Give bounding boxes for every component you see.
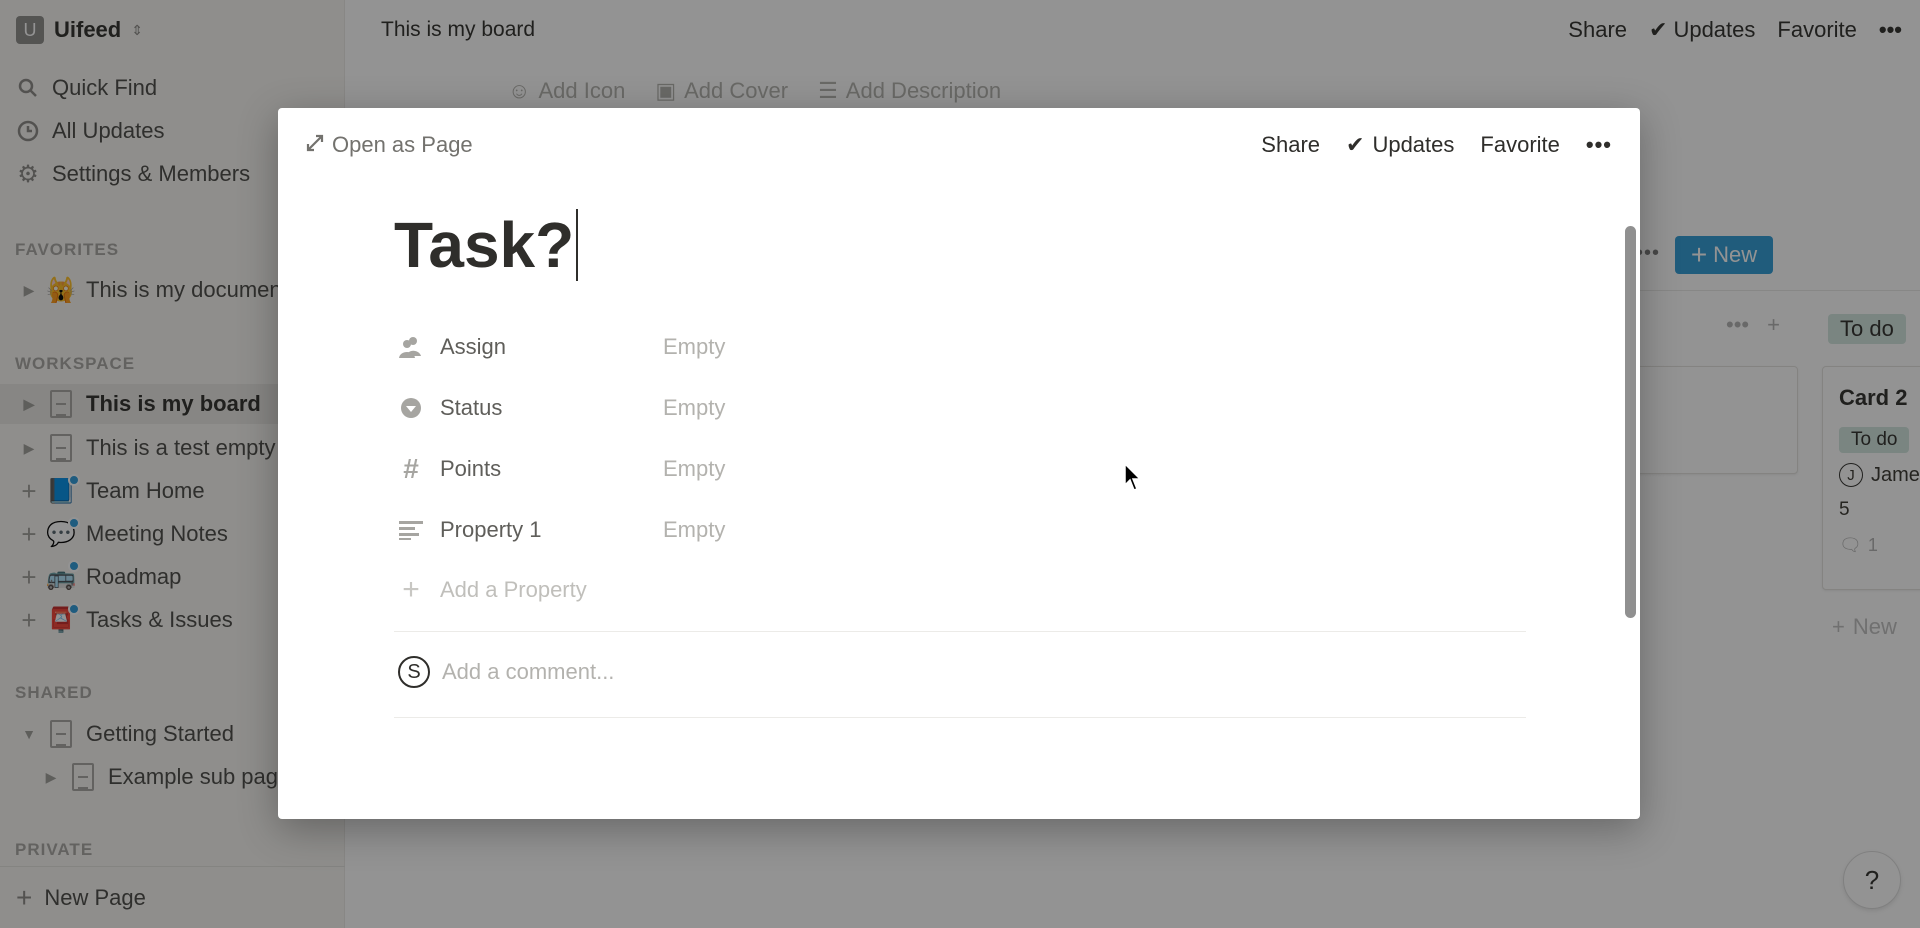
page-peek-modal: Open as Page Share ✔ Updates Favorite ••… [278,108,1640,819]
modal-share-button[interactable]: Share [1261,132,1320,158]
property-name: Points [440,456,502,481]
property-name: Property 1 [440,517,542,542]
number-icon: # [403,453,419,484]
property-value[interactable]: Empty [663,456,725,482]
page-title-input[interactable]: Task? [394,208,579,282]
avatar: S [398,656,430,688]
people-icon [398,334,424,360]
comment-input[interactable]: S Add a comment... [398,652,614,692]
mouse-cursor-icon [1124,462,1144,493]
property-points[interactable]: # Points Empty [398,449,725,489]
modal-updates-button[interactable]: ✔ Updates [1346,132,1454,158]
add-property-button[interactable]: + Add a Property [398,570,587,610]
property-value[interactable]: Empty [663,517,725,543]
checkmark-icon: ✔ [1346,132,1365,157]
modal-favorite-button[interactable]: Favorite [1480,132,1559,158]
modal-actions: Share ✔ Updates Favorite ••• [1261,132,1612,158]
modal-scrollbar[interactable] [1625,226,1636,618]
more-options-icon[interactable]: ••• [1586,132,1612,158]
property-value[interactable]: Empty [663,334,725,360]
comment-placeholder: Add a comment... [442,659,615,684]
property-1[interactable]: Property 1 Empty [398,510,725,550]
property-value[interactable]: Empty [663,395,725,421]
property-name: Assign [440,334,507,359]
plus-icon: + [402,573,420,606]
property-assign[interactable]: Assign Empty [398,327,725,367]
divider [394,717,1526,718]
text-icon [398,517,424,543]
expand-arrows-icon [306,132,324,158]
property-status[interactable]: Status Empty [398,388,725,428]
select-icon [398,395,424,421]
property-name: Status [440,395,503,420]
divider [394,631,1526,632]
open-as-page-button[interactable]: Open as Page [306,132,473,158]
text-caret [576,209,579,281]
